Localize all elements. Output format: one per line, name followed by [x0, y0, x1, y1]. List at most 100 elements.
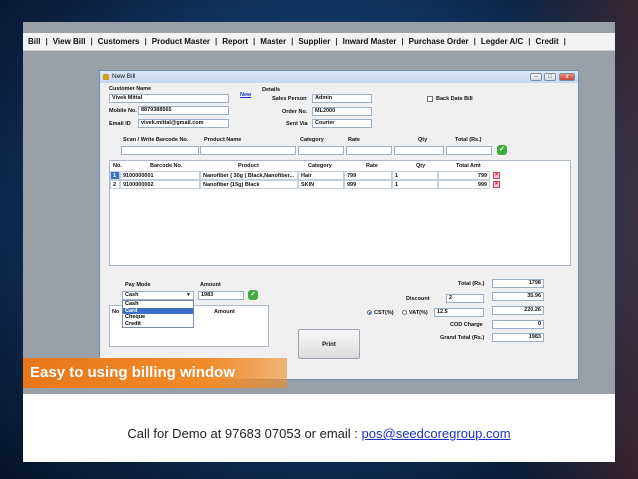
email-input[interactable]: vivek.mittal@gmail.com [138, 119, 229, 128]
add-payment-button[interactable]: ✓ [248, 290, 258, 300]
mobile-label: Mobile No. [109, 108, 137, 114]
menu-customers[interactable]: Customers [93, 37, 145, 46]
items-header-barcode: Barcode No. [150, 163, 183, 169]
barcode-input[interactable] [121, 146, 199, 155]
qty-input[interactable] [394, 146, 444, 155]
menu-product-master[interactable]: Product Master [147, 37, 215, 46]
items-header-product: Product [238, 163, 259, 169]
cell-category: SKIN [298, 180, 344, 189]
entry-header-rate: Rate [348, 137, 360, 143]
cell-category: Hair [298, 171, 344, 180]
cell-qty: 1 [392, 180, 438, 189]
cell-rate: 799 [344, 171, 392, 180]
cst-label: CST(%) [374, 310, 394, 316]
cell-product: Nanofiber ( 30g ) Black,Nanofiber... [200, 171, 298, 180]
items-header-total: Total Amt [456, 163, 481, 169]
app-icon [103, 74, 109, 80]
discount-pct-input[interactable]: 2 [446, 294, 484, 303]
window-title: New Bill [112, 73, 136, 80]
pay-amount-label: Amount [200, 282, 221, 288]
table-row[interactable]: 2 9100000002 Nanofiber (15g) Black SKIN … [110, 180, 510, 189]
items-header-rate: Rate [366, 163, 378, 169]
pay-option-credit[interactable]: Credit [123, 321, 193, 328]
pay-mode-select[interactable]: Cash ▼ [122, 291, 194, 300]
footer-email-link[interactable]: pos@seedcoregroup.com [362, 426, 511, 441]
back-date-checkbox[interactable] [427, 96, 433, 102]
grand-total-label: Grand Total (Rs.) [440, 335, 485, 341]
cell-product: Nanofiber (15g) Black [200, 180, 298, 189]
cell-total: 999 [438, 180, 490, 189]
customer-name-input[interactable]: Vivek Mittal [109, 94, 229, 103]
add-item-button[interactable]: ✓ [497, 145, 507, 155]
maximize-button[interactable]: □ [544, 73, 556, 81]
main-menu-bar: Bill | View Bill | Customers | Product Mast… [23, 33, 615, 51]
vat-label: VAT(%) [409, 310, 428, 316]
pay-mode-label: Pay Mode [125, 282, 151, 288]
slide: Bill | View Bill | Customers | Product Mast… [23, 22, 615, 462]
sent-via-input[interactable]: Courier [312, 119, 372, 128]
cod-value[interactable]: 0 [492, 320, 544, 329]
delete-row-icon[interactable]: × [493, 172, 500, 179]
discount-label: Discount [406, 296, 430, 302]
menu-report[interactable]: Report [217, 37, 253, 46]
pay-mode-dropdown: Cash Card Cheque Credit [122, 300, 194, 328]
back-date-label: Back Date Bill [436, 96, 473, 102]
customer-name-label: Customer Name [109, 86, 152, 92]
cell-no: 1 [110, 171, 120, 180]
print-button[interactable]: Print [298, 329, 360, 359]
pay-amount-input[interactable]: 1983 [198, 291, 244, 300]
category-input[interactable] [298, 146, 344, 155]
entry-header-qty: Qty [418, 137, 428, 143]
delete-row-icon[interactable]: × [493, 181, 500, 188]
menu-supplier[interactable]: Supplier [293, 37, 335, 46]
cell-barcode: 9100000002 [120, 180, 200, 189]
entry-header-category: Category [300, 137, 324, 143]
minimize-button[interactable]: – [530, 73, 542, 81]
cell-total: 799 [438, 171, 490, 180]
total-input[interactable] [446, 146, 492, 155]
vat-pct-input[interactable]: 12.5 [434, 308, 484, 317]
details-heading: Details [262, 87, 281, 93]
items-header-category: Category [308, 163, 332, 169]
payment-header-amount: Amount [214, 309, 235, 315]
close-button[interactable]: x [559, 73, 575, 81]
entry-header-product: Product Name [204, 137, 242, 143]
order-no-input[interactable]: ML2000 [312, 107, 372, 116]
total-value: 1798 [492, 279, 544, 288]
footer: Call for Demo at 97683 07053 or email : … [23, 426, 615, 441]
menu-purchase-order[interactable]: Purchase Order [404, 37, 474, 46]
payment-header-no: No [112, 309, 120, 315]
cst-radio[interactable] [367, 310, 372, 315]
menu-master[interactable]: Master [255, 37, 291, 46]
rate-input[interactable] [346, 146, 392, 155]
grand-total-value: 1983 [492, 333, 544, 342]
total-label: Total (Rs.) [458, 281, 485, 287]
menu-inward-master[interactable]: Inward Master [338, 37, 402, 46]
entry-header-total: Total (Rs.) [455, 137, 482, 143]
menu-ledger[interactable]: Legder A/C [476, 37, 528, 46]
cod-label: COD Charge [450, 322, 483, 328]
items-header-qty: Qty [416, 163, 426, 169]
footer-text: Call for Demo at 97683 07053 or email : [127, 426, 362, 441]
items-header-no: No. [113, 163, 122, 169]
menu-bill[interactable]: Bill [23, 37, 45, 46]
mobile-input[interactable]: 8879388565 [138, 106, 229, 115]
vat-radio[interactable] [402, 310, 407, 315]
menu-separator: | [563, 37, 566, 46]
pay-mode-value: Cash [125, 292, 139, 298]
cell-qty: 1 [392, 171, 438, 180]
menu-credit[interactable]: Credit [531, 37, 564, 46]
new-bill-window: New Bill – □ x Customer Name Vivek Mitta… [99, 70, 579, 380]
table-row[interactable]: 1 9100000001 Nanofiber ( 30g ) Black,Nan… [110, 171, 510, 180]
menu-view-bill[interactable]: View Bill [48, 37, 91, 46]
cell-no: 2 [110, 180, 120, 189]
caption-banner: Easy to using billing window [23, 358, 287, 388]
new-customer-link[interactable]: New [240, 92, 251, 98]
product-name-input[interactable] [200, 146, 296, 155]
email-label: Email ID [109, 121, 131, 127]
sales-person-label: Sales Person [272, 96, 307, 102]
sales-person-input[interactable]: Admin [312, 94, 372, 103]
cell-barcode: 9100000001 [120, 171, 200, 180]
chevron-down-icon: ▼ [186, 292, 191, 298]
sent-via-label: Sent Via [286, 121, 308, 127]
